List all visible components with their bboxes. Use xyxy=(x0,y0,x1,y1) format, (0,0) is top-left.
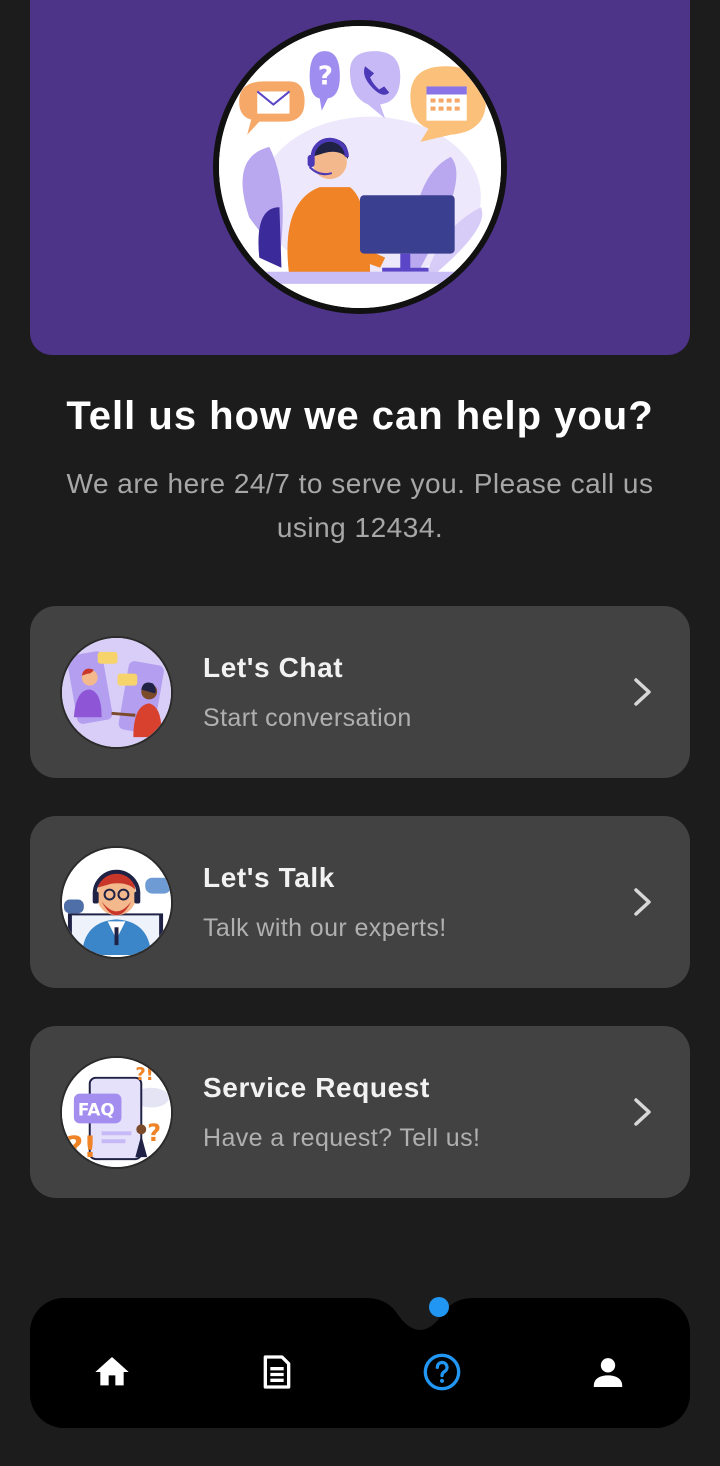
card-title: Let's Chat xyxy=(203,652,344,683)
hero-banner: ? xyxy=(30,0,690,355)
profile-icon xyxy=(593,1358,623,1387)
chevron-right-icon xyxy=(634,1098,651,1126)
lets-talk-card[interactable]: Let's Talk Talk with our experts! xyxy=(30,816,690,988)
document-icon xyxy=(263,1355,291,1389)
home-icon xyxy=(95,1357,129,1386)
faq-illustration-icon: FAQ ?! ?! ? xyxy=(60,1056,173,1169)
lets-chat-card[interactable]: Let's Chat Start conversation xyxy=(30,606,690,778)
card-description: Start conversation xyxy=(203,704,412,732)
faq-text: FAQ xyxy=(78,1099,115,1119)
chevron-right-icon xyxy=(634,888,651,916)
card-title: Service Request xyxy=(203,1072,430,1103)
support-hero-illustration: ? xyxy=(213,20,507,314)
card-description: Have a request? Tell us! xyxy=(203,1124,481,1152)
nav-home[interactable] xyxy=(92,1352,132,1392)
help-icon xyxy=(423,1353,461,1391)
active-indicator-dot xyxy=(429,1297,449,1317)
chevron-right-icon xyxy=(634,678,651,706)
support-agent-illustration-icon xyxy=(60,846,173,959)
svg-text:?: ? xyxy=(147,1119,161,1147)
nav-notch xyxy=(366,1298,474,1330)
svg-text:?!: ?! xyxy=(135,1064,153,1085)
nav-documents[interactable] xyxy=(257,1352,297,1392)
page-subtitle: We are here 24/7 to serve you. Please ca… xyxy=(66,468,654,543)
nav-help[interactable] xyxy=(422,1352,462,1392)
chat-illustration-icon xyxy=(60,636,173,749)
nav-profile[interactable] xyxy=(588,1352,628,1392)
page-title: Tell us how we can help you? xyxy=(66,394,654,438)
service-request-card[interactable]: FAQ ?! ?! ? Service Request Have a reque… xyxy=(30,1026,690,1198)
card-description: Talk with our experts! xyxy=(203,914,447,942)
card-title: Let's Talk xyxy=(203,862,335,893)
svg-text:?!: ?! xyxy=(66,1130,97,1165)
svg-text:?: ? xyxy=(318,61,333,91)
